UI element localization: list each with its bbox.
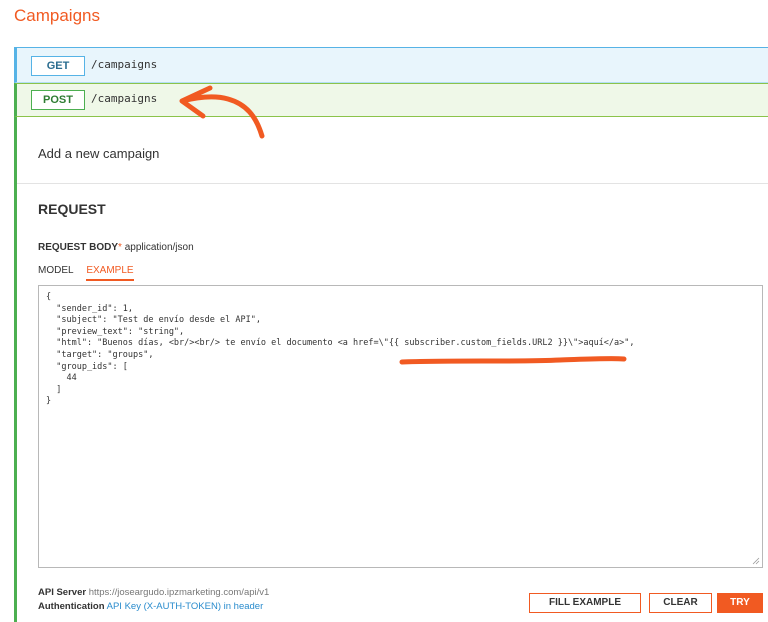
required-mark: *: [118, 242, 122, 253]
get-method-badge[interactable]: GET: [31, 56, 85, 76]
authentication-label: Authentication: [38, 601, 105, 612]
post-path[interactable]: /campaigns: [91, 92, 157, 105]
authentication-info: Authentication API Key (X-AUTH-TOKEN) in…: [38, 601, 263, 612]
request-body-title: REQUEST BODY: [38, 242, 119, 253]
api-server-url: https://joseargudo.ipzmarketing.com/api/…: [88, 587, 270, 598]
api-server-info: API Server https://joseargudo.ipzmarketi…: [38, 587, 269, 598]
request-heading: REQUEST: [38, 201, 106, 217]
tab-model[interactable]: MODEL: [38, 265, 74, 279]
authentication-link[interactable]: API Key (X-AUTH-TOKEN) in header: [107, 601, 264, 612]
api-server-label: API Server: [38, 587, 87, 598]
clear-button[interactable]: CLEAR: [649, 593, 712, 613]
fill-example-button[interactable]: FILL EXAMPLE: [529, 593, 641, 613]
divider: [17, 183, 768, 184]
page-title: Campaigns: [14, 6, 100, 25]
post-method-badge[interactable]: POST: [31, 90, 85, 110]
request-body-editor[interactable]: { "sender_id": 1, "subject": "Test de en…: [38, 285, 763, 568]
content-type: application/json: [124, 242, 194, 253]
tab-example[interactable]: EXAMPLE: [86, 265, 134, 281]
resize-handle-icon[interactable]: [752, 557, 760, 565]
get-path[interactable]: /campaigns: [91, 58, 157, 71]
request-body-label: REQUEST BODY* application/json: [38, 242, 194, 253]
get-campaigns-row[interactable]: GET /campaigns: [14, 47, 768, 83]
endpoint-panel: GET /campaigns POST /campaigns Add a new…: [14, 47, 768, 622]
try-button[interactable]: TRY: [717, 593, 763, 613]
body-tabs: MODEL EXAMPLE: [38, 265, 144, 281]
operation-description: Add a new campaign: [38, 146, 160, 161]
post-campaigns-row[interactable]: POST /campaigns: [14, 83, 768, 117]
request-body-text[interactable]: { "sender_id": 1, "subject": "Test de en…: [39, 286, 762, 414]
operation-body: Add a new campaign REQUEST REQUEST BODY*…: [14, 117, 768, 622]
